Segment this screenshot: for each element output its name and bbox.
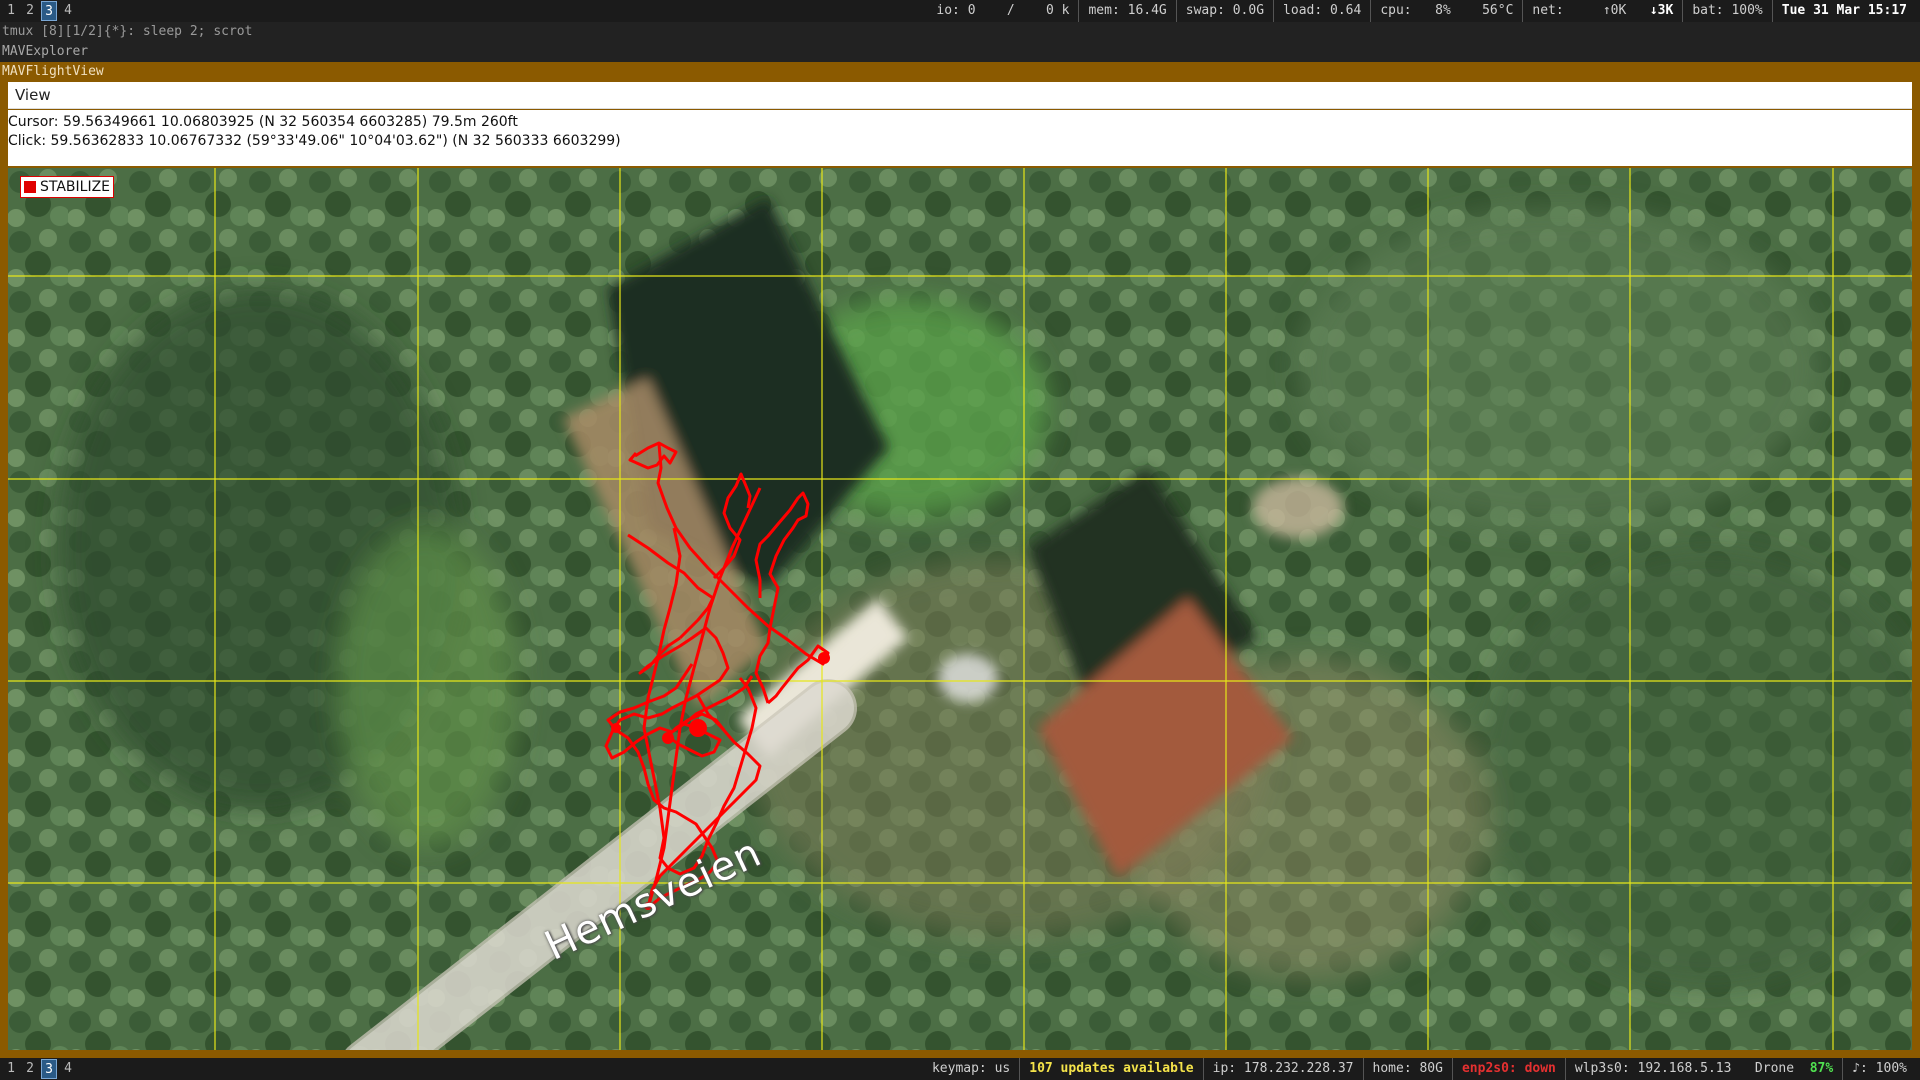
updates-status[interactable]: 107 updates available xyxy=(1019,1058,1202,1080)
system-status: io: 0 / 0 k mem: 16.4G swap: 0.0G load: … xyxy=(927,0,1916,22)
mode-color-swatch xyxy=(24,181,36,193)
network-status: keymap: us 107 updates available ip: 178… xyxy=(923,1058,1916,1080)
workspace-4[interactable]: 4 xyxy=(60,1059,76,1079)
flightview-window: View Cursor: 59.56349661 10.06803925 (N … xyxy=(0,82,1920,1058)
terminal-title: tmux [8][1/2]{*}: sleep 2; scrot xyxy=(0,22,1920,42)
swap-status: swap: 0.0G xyxy=(1175,0,1273,22)
workspace-1[interactable]: 1 xyxy=(3,1059,19,1079)
track-cluster xyxy=(662,732,674,744)
track-cluster xyxy=(689,719,707,737)
workspace-2[interactable]: 2 xyxy=(22,1059,38,1079)
volume-status[interactable]: ♪: 100% xyxy=(1842,1058,1916,1080)
wifi-name: Drone xyxy=(1754,1061,1795,1076)
mavflightview-window-title[interactable]: MAVFlightView xyxy=(0,62,1920,82)
keymap-status: keymap: us xyxy=(931,1061,1011,1076)
click-readout: Click: 59.56362833 10.06767332 (59°33'49… xyxy=(8,133,621,149)
menu-bar: View xyxy=(8,82,1912,109)
wifi-status: wlp3s0: 192.168.5.13 Drone 87% xyxy=(1564,1058,1842,1080)
workspace-switcher-top: 1 2 3 4 xyxy=(3,1,76,21)
workspace-1[interactable]: 1 xyxy=(3,1,19,21)
clock: Tue 31 Mar 15:17 xyxy=(1771,0,1916,22)
mavexplorer-window-title[interactable]: MAVExplorer xyxy=(0,42,1920,62)
workspace-3[interactable]: 3 xyxy=(41,1,57,21)
track-cluster xyxy=(611,723,621,733)
flight-mode-label: STABILIZE xyxy=(40,179,111,195)
mem-status: mem: 16.4G xyxy=(1078,0,1175,22)
io-status: io: 0 / 0 k xyxy=(936,3,1070,18)
ip-status: ip: 178.232.228.37 xyxy=(1202,1058,1363,1080)
workspace-switcher-bottom: 1 2 3 4 xyxy=(3,1059,76,1079)
workspace-2[interactable]: 2 xyxy=(22,1,38,21)
net-status: net: ↑0K ↓3K xyxy=(1522,0,1682,22)
battery-status: bat: 100% xyxy=(1682,0,1771,22)
top-status-bar: 1 2 3 4 io: 0 / 0 k mem: 16.4G swap: 0.0… xyxy=(0,0,1920,22)
bottom-status-bar: 1 2 3 4 keymap: us 107 updates available… xyxy=(0,1058,1920,1080)
workspace-4[interactable]: 4 xyxy=(60,1,76,21)
map-view[interactable]: Hemsveien STABILIZE xyxy=(8,168,1912,1050)
cursor-readout: Cursor: 59.56349661 10.06803925 (N 32 56… xyxy=(8,114,518,130)
workspace-3[interactable]: 3 xyxy=(41,1059,57,1079)
info-panel: Cursor: 59.56349661 10.06803925 (N 32 56… xyxy=(8,110,1912,166)
track-cluster xyxy=(818,652,830,664)
flight-mode-badge: STABILIZE xyxy=(20,176,115,198)
satellite-map[interactable] xyxy=(8,168,1912,1050)
menu-view[interactable]: View xyxy=(8,86,51,104)
load-status: load: 0.64 xyxy=(1273,0,1370,22)
ethernet-status: enp2s0: down xyxy=(1451,1058,1565,1080)
cpu-status: cpu: 8% 56°C xyxy=(1370,0,1522,22)
wifi-signal: 87% xyxy=(1809,1061,1834,1076)
home-disk-status: home: 80G xyxy=(1362,1058,1452,1080)
